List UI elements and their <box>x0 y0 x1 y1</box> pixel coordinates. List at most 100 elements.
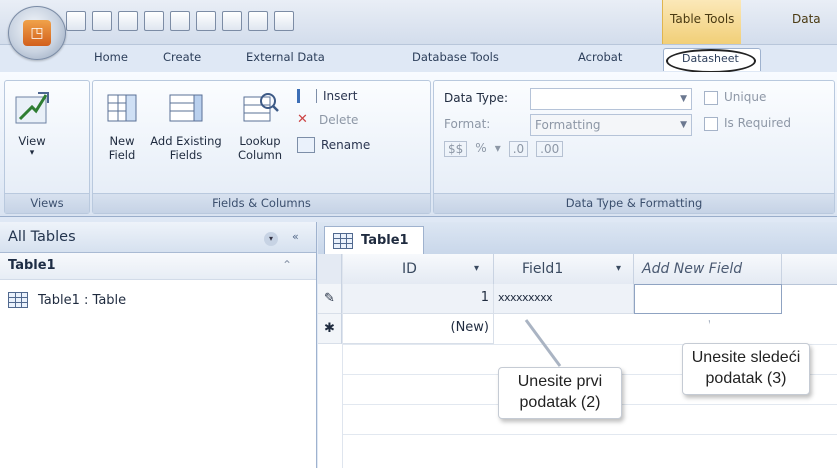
rename-icon <box>297 137 315 153</box>
table-cell-id[interactable]: 1 <box>342 284 494 314</box>
column-header-id-label: ID <box>402 261 417 277</box>
column-header-add-new-field[interactable]: Add New Field <box>634 254 782 284</box>
tab-home[interactable]: Home <box>94 50 128 64</box>
column-header-field1-label: Field1 <box>522 261 564 277</box>
percent-button[interactable]: % <box>475 141 486 157</box>
lookup-label-2: Column <box>237 148 283 162</box>
chevron-down-icon[interactable]: ▾ <box>474 254 479 284</box>
is-required-checkbox[interactable] <box>704 117 718 131</box>
table-cell-field1[interactable]: xxxxxxxxx <box>494 284 634 314</box>
insert-column-icon <box>297 89 317 103</box>
decrease-decimals-icon[interactable]: .00 <box>536 141 564 157</box>
chevron-down-icon: ▾ <box>29 148 35 158</box>
views-group-label: Views <box>5 193 89 213</box>
cell-id-value: 1 <box>480 290 489 305</box>
add-existing-fields-button[interactable]: Add Existing Fields <box>147 89 225 162</box>
column-header-id[interactable]: ID ▾ <box>342 254 494 284</box>
tab-acrobat[interactable]: Acrobat <box>578 50 622 64</box>
redo-icon[interactable] <box>170 11 190 31</box>
insert-button[interactable]: Insert <box>297 89 357 103</box>
tab-table1[interactable]: Table1 <box>324 226 424 254</box>
delete-label: Delete <box>319 113 359 127</box>
unique-checkbox[interactable] <box>704 91 718 105</box>
delete-column-icon: ✕ <box>297 112 308 127</box>
quick-access-toolbar <box>66 10 294 32</box>
nav-title[interactable]: All Tables <box>8 229 76 245</box>
tab-database-tools[interactable]: Database Tools <box>412 50 499 64</box>
new-field-label-1: New <box>109 134 135 148</box>
print-preview-icon[interactable] <box>196 11 216 31</box>
table-cell-new-id[interactable]: (New) <box>342 314 494 344</box>
column-header-field1[interactable]: Field1 ▾ <box>494 254 634 284</box>
nav-item-table1[interactable]: Table1 : Table <box>8 290 126 310</box>
rename-label: Rename <box>321 138 371 152</box>
add-new-field-label: Add New Field <box>642 261 743 277</box>
add-existing-label-1: Add Existing <box>150 134 222 148</box>
lookup-column-button[interactable]: Lookup Column <box>227 89 293 162</box>
new-field-button[interactable]: New Field <box>99 89 145 162</box>
office-button[interactable]: ◳ <box>8 6 66 60</box>
add-existing-label-2: Fields <box>169 148 203 162</box>
view-icon <box>15 92 49 124</box>
truncated-title: Data <box>792 12 821 26</box>
fields-columns-group-label: Fields & Columns <box>93 193 430 213</box>
view-label: View <box>18 134 46 148</box>
chevron-down-icon: ▼ <box>680 94 687 104</box>
grid-line <box>342 434 837 435</box>
grid-vline <box>342 254 343 468</box>
format-label: Format: <box>444 117 491 131</box>
table-icon <box>8 292 28 308</box>
row-selector-new[interactable]: ✱ <box>318 314 342 344</box>
rename-button[interactable]: Rename <box>297 137 370 153</box>
save-icon[interactable] <box>118 11 138 31</box>
chevron-down-icon: ▼ <box>680 120 687 130</box>
data-type-label: Data Type: <box>444 91 509 105</box>
format-value: Formatting <box>535 118 601 132</box>
collapse-nav-icon[interactable]: « <box>292 230 299 243</box>
views-group: View ▾ Views <box>4 80 90 214</box>
callout-step-3: Unesite sledeći podatak (3) <box>682 343 810 395</box>
delete-button[interactable]: ✕ Delete <box>297 112 359 128</box>
nav-group-title: Table1 <box>8 258 56 273</box>
chevron-up-icon[interactable]: ⌃ <box>282 258 292 272</box>
nav-item-label: Table1 : Table <box>38 292 127 308</box>
row-selector-edit[interactable]: ✎ <box>318 284 342 314</box>
undo-icon[interactable] <box>144 11 164 31</box>
increase-decimals-icon[interactable]: .0 <box>508 141 529 157</box>
lookup-column-icon <box>243 93 279 122</box>
new-record-icon: ✱ <box>324 321 335 336</box>
chevron-down-icon[interactable]: ▾ <box>616 254 621 284</box>
add-existing-fields-icon <box>169 94 203 122</box>
pointer-line-2 <box>524 319 562 367</box>
office-logo-icon: ◳ <box>23 20 51 46</box>
sort-desc-icon[interactable] <box>248 11 268 31</box>
view-button[interactable]: View ▾ <box>11 89 53 158</box>
data-type-group-label: Data Type & Formatting <box>434 193 834 213</box>
tab-external-data[interactable]: External Data <box>246 50 325 64</box>
new-icon[interactable] <box>66 11 86 31</box>
tab-create[interactable]: Create <box>163 50 201 64</box>
format-select[interactable]: Formatting ▼ <box>530 114 692 136</box>
unique-label: Unique <box>724 90 767 104</box>
nav-dropdown-icon[interactable]: ▾ <box>264 232 278 246</box>
currency-icon[interactable]: $$ <box>444 141 468 157</box>
table-tools-label: Table Tools <box>670 12 735 26</box>
pencil-icon: ✎ <box>324 291 335 306</box>
sort-asc-icon[interactable] <box>222 11 242 31</box>
comma-icon[interactable]: ▾ <box>495 141 501 157</box>
highlight-ellipse <box>666 49 756 73</box>
callout-step-2: Unesite prvi podatak (2) <box>498 367 622 419</box>
callout-pointers <box>524 319 710 367</box>
cell-new-id-value: (New) <box>450 320 490 335</box>
lookup-label-1: Lookup <box>239 134 281 148</box>
new-field-label-2: Field <box>108 148 136 162</box>
number-format-row: $$ % ▾ .0 .00 <box>444 141 564 157</box>
customize-qat-icon[interactable] <box>274 11 294 31</box>
open-icon[interactable] <box>92 11 112 31</box>
data-type-select[interactable]: ▼ <box>530 88 692 110</box>
select-all-corner[interactable] <box>318 254 342 284</box>
insert-label: Insert <box>323 89 358 103</box>
cell-field1-value: xxxxxxxxx <box>498 291 553 304</box>
new-field-icon <box>107 94 137 122</box>
table-cell-new-field[interactable] <box>634 284 782 314</box>
